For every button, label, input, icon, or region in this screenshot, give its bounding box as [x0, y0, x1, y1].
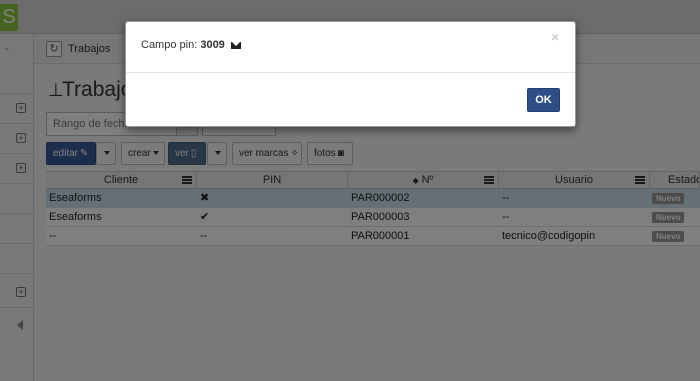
close-icon[interactable]: × [551, 30, 559, 44]
dialog-header: Campo pin: 3009 × [126, 22, 575, 73]
envelope-icon[interactable] [230, 41, 241, 49]
dialog-message: Campo pin: 3009 [141, 39, 241, 51]
ok-button[interactable]: OK [527, 88, 560, 112]
pin-dialog: Campo pin: 3009 × OK [125, 21, 576, 127]
pin-label: Campo pin: [141, 39, 198, 51]
pin-value: 3009 [200, 39, 225, 51]
